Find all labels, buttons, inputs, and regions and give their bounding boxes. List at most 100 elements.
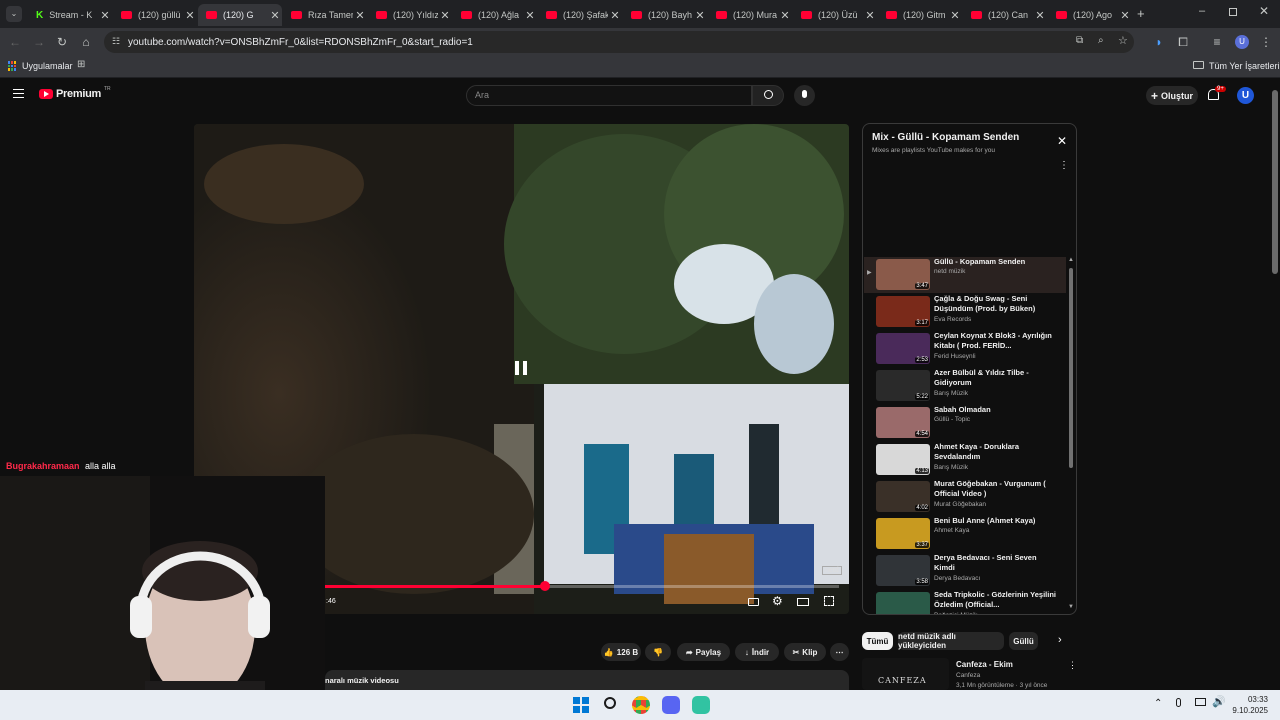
chrome-app-icon[interactable] xyxy=(632,696,650,714)
close-window-icon[interactable]: ✕ xyxy=(1259,4,1269,18)
tab-close-icon[interactable]: ✕ xyxy=(1118,9,1132,22)
clip-button[interactable]: ✂ Klip xyxy=(784,643,826,661)
page-scrollbar[interactable] xyxy=(1272,90,1278,274)
browser-menu-icon[interactable]: ⋮ xyxy=(1257,33,1275,51)
settings-gear-icon[interactable]: ⚙ xyxy=(772,594,783,608)
streamlabs-app-icon[interactable] xyxy=(692,696,710,714)
tab-close-icon[interactable]: ✕ xyxy=(608,9,622,22)
playlist-item[interactable]: 3:37 Beni Bul Anne (Ahmet Kaya) Ahmet Kaya xyxy=(864,516,1066,552)
playlist-item[interactable]: 5:22 Azer Bülbül & Yıldız Tilbe - Gidiyor… xyxy=(864,368,1066,404)
install-icon[interactable]: ⧉ xyxy=(1076,35,1083,46)
playlist-item[interactable]: 4:13 Ahmet Kaya - Doruklara Sevdalandım Ba… xyxy=(864,442,1066,478)
search-button[interactable] xyxy=(752,85,784,106)
chip-artist[interactable]: Güllü xyxy=(1009,632,1038,650)
description-box[interactable]: naralı müzik videosu xyxy=(325,670,849,690)
tab-groups-icon[interactable]: ⊞ xyxy=(77,59,85,70)
voice-search-button[interactable] xyxy=(794,85,815,106)
browser-tab[interactable]: (120) Mura ✕ xyxy=(708,4,792,26)
extension-icon[interactable]: ◗ xyxy=(1150,33,1168,51)
playlist-item[interactable]: 3:58 Derya Bedavacı - Seni Seven Kimdi Der… xyxy=(864,553,1066,589)
tab-close-icon[interactable]: ✕ xyxy=(268,9,282,22)
fullscreen-icon[interactable] xyxy=(824,596,834,606)
restore-icon[interactable] xyxy=(1229,8,1237,16)
apps-grid-icon[interactable] xyxy=(8,61,18,71)
account-avatar[interactable]: U xyxy=(1237,87,1254,104)
recommendation-item[interactable]: CANFEZA Canfeza - Ekim Canfeza 3,1 Mn gö… xyxy=(862,658,1077,690)
browser-tab[interactable]: (120) Gitm ✕ xyxy=(878,4,962,26)
chip-all[interactable]: Tümü xyxy=(862,632,893,650)
browser-tab[interactable]: (120) Ago ✕ xyxy=(1048,4,1132,26)
browser-tab[interactable]: (120) Şafak ✕ xyxy=(538,4,622,26)
taskbar-search-icon[interactable] xyxy=(604,697,616,709)
youtube-logo[interactable]: Premium TR xyxy=(39,86,111,100)
more-actions-button[interactable]: ⋯ xyxy=(830,643,849,661)
tab-close-icon[interactable]: ✕ xyxy=(353,9,367,22)
display-icon[interactable] xyxy=(1195,698,1206,706)
media-control-icon[interactable]: ≡ xyxy=(1208,33,1226,51)
home-icon[interactable]: ⌂ xyxy=(77,33,95,51)
playlist-item[interactable]: 3:24Seda Tripkolic - Gözlerinin Yeşilini… xyxy=(864,590,1066,614)
tab-close-icon[interactable]: ✕ xyxy=(1033,9,1047,22)
discord-app-icon[interactable] xyxy=(662,696,680,714)
scroll-up-icon[interactable]: ▲ xyxy=(1068,257,1074,263)
playlist-item[interactable]: 3:17 Çağla & Doğu Swag - Seni Düşündüm (P… xyxy=(864,294,1066,330)
tab-close-icon[interactable]: ✕ xyxy=(863,9,877,22)
download-button[interactable]: ↓ İndir xyxy=(735,643,779,661)
bookmark-all[interactable]: Tüm Yer İşaretleri xyxy=(1209,61,1280,71)
clock-time[interactable]: 03:33 xyxy=(1240,695,1268,704)
back-icon[interactable]: ← xyxy=(6,33,24,51)
progress-scrubber[interactable] xyxy=(540,581,550,591)
playlist-item[interactable]: 2:53 Ceylan Koynat X Blok3 - Ayrılığın Ki… xyxy=(864,331,1066,367)
tray-chevron-icon[interactable]: ⌃ xyxy=(1154,698,1162,709)
hamburger-menu-icon[interactable] xyxy=(13,89,24,98)
extensions-puzzle-icon[interactable]: ⧠ xyxy=(1174,33,1192,51)
playlist-item[interactable]: 4:54 Sabah Olmadan Güllü - Topic xyxy=(864,405,1066,441)
rec-more-icon[interactable]: ⋮ xyxy=(1068,660,1077,671)
bookmark-star-icon[interactable]: ☆ xyxy=(1118,34,1128,47)
windows-start-icon[interactable] xyxy=(573,697,589,713)
tab-close-icon[interactable]: ✕ xyxy=(693,9,707,22)
close-playlist-icon[interactable]: ✕ xyxy=(1057,134,1067,148)
playlist-item[interactable]: 4:02 Murat Göğebakan - Vurgunum ( Officia… xyxy=(864,479,1066,515)
browser-tab[interactable]: K Stream - K ✕ xyxy=(28,4,112,26)
subtitles-icon[interactable] xyxy=(748,598,759,606)
pause-icon[interactable] xyxy=(515,361,527,375)
progress-bar[interactable] xyxy=(314,585,839,588)
theater-mode-icon[interactable] xyxy=(797,598,809,606)
share-button[interactable]: ➦ Paylaş xyxy=(677,643,730,661)
volume-icon[interactable]: 🔊 xyxy=(1212,695,1226,708)
site-info-icon[interactable]: ☷ xyxy=(112,36,120,47)
clock-date[interactable]: 9.10.2025 xyxy=(1228,706,1268,715)
browser-tab[interactable]: (120) G ✕ xyxy=(198,4,282,26)
bookmark-apps[interactable]: Uygulamalar xyxy=(22,61,73,71)
tab-close-icon[interactable]: ✕ xyxy=(778,9,792,22)
tab-close-icon[interactable]: ✕ xyxy=(438,9,452,22)
tab-close-icon[interactable]: ✕ xyxy=(948,9,962,22)
tab-close-icon[interactable]: ✕ xyxy=(523,9,537,22)
microphone-icon[interactable] xyxy=(1176,698,1181,707)
playlist-title[interactable]: Mix - Güllü - Kopamam Senden xyxy=(872,132,1019,143)
zoom-icon[interactable]: ⌕ xyxy=(1098,35,1104,46)
browser-tab[interactable]: (120) Yıldız ✕ xyxy=(368,4,452,26)
reload-icon[interactable]: ↻ xyxy=(53,33,71,51)
browser-tab[interactable]: (120) Üzü ✕ xyxy=(793,4,877,26)
browser-tab[interactable]: (120) güllü ✕ xyxy=(113,4,197,26)
playlist-more-icon[interactable]: ⋮ xyxy=(1059,160,1069,171)
chips-next-icon[interactable]: › xyxy=(1058,634,1062,646)
profile-avatar[interactable]: U xyxy=(1235,35,1249,49)
like-button[interactable]: 👍 126 B xyxy=(601,643,641,661)
create-button[interactable]: + Oluştur xyxy=(1146,86,1198,105)
tab-close-icon[interactable]: ✕ xyxy=(183,9,197,22)
browser-tab[interactable]: (120) Ağla ✕ xyxy=(453,4,537,26)
address-bar[interactable]: ☷ youtube.com/watch?v=ONSBhZmFr_0&list=R… xyxy=(104,31,1134,53)
browser-tab[interactable]: Rıza Tamer ✕ xyxy=(283,4,367,26)
minimize-icon[interactable]: – xyxy=(1199,5,1205,17)
chip-uploader[interactable]: netd müzik adlı yükleyiciden xyxy=(898,632,1004,650)
tab-close-icon[interactable]: ✕ xyxy=(98,9,112,22)
forward-icon[interactable]: → xyxy=(30,33,48,51)
playlist-scrollbar[interactable] xyxy=(1069,268,1073,468)
new-tab-icon[interactable]: + xyxy=(1137,6,1145,21)
browser-tab[interactable]: (120) Can ✕ xyxy=(963,4,1047,26)
scroll-down-icon[interactable]: ▼ xyxy=(1068,604,1074,610)
tab-search-button[interactable]: ⌄ xyxy=(6,6,22,22)
